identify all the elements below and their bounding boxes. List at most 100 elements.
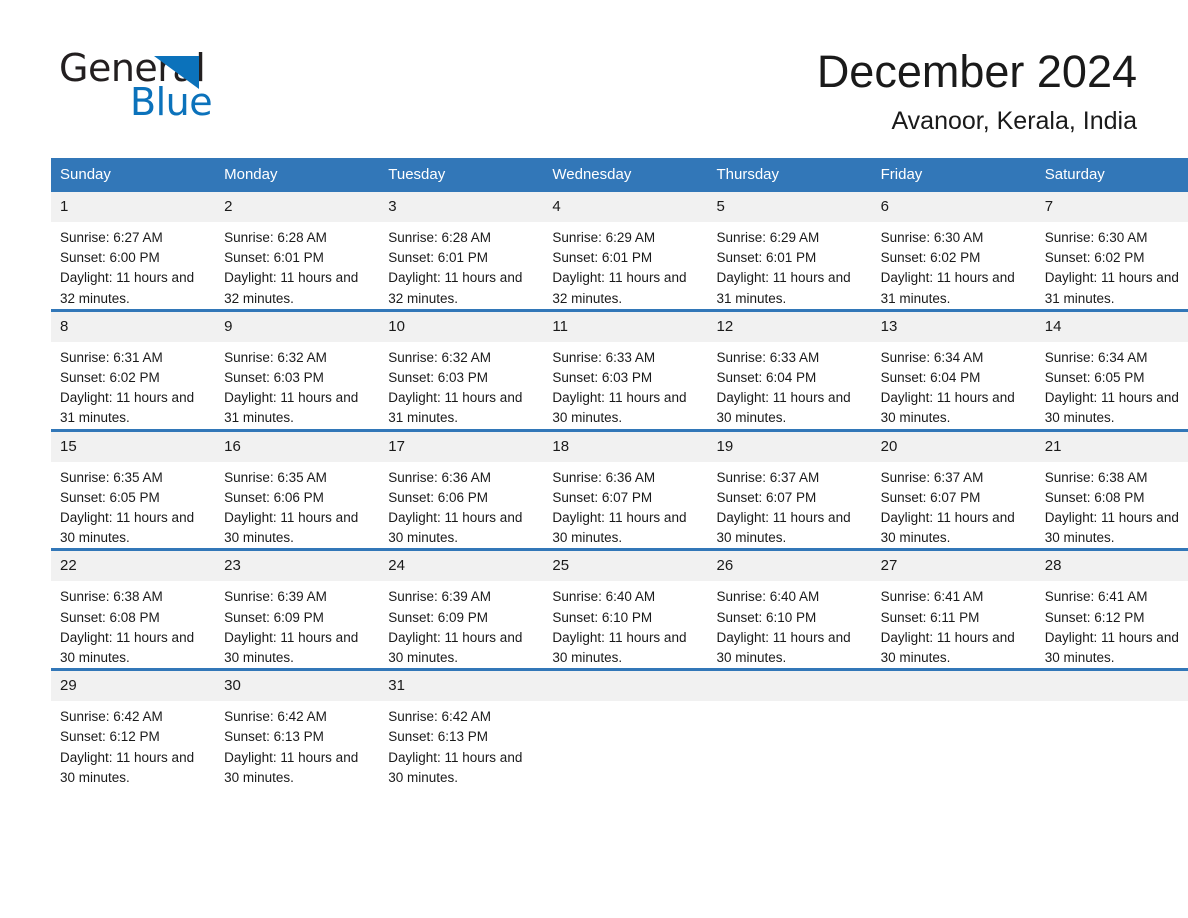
day-number: 18 bbox=[543, 431, 708, 462]
sunrise-text: Sunrise: 6:32 AM bbox=[388, 349, 492, 365]
calendar-day-cell[interactable]: 12 Sunrise: 6:33 AM Sunset: 6:04 PM Dayligh… bbox=[707, 308, 872, 431]
daylight-text: Daylight: 11 hours and 31 minutes. bbox=[880, 270, 1015, 306]
day-details: Sunrise: 6:38 AM Sunset: 6:08 PM Daylight:… bbox=[51, 581, 215, 668]
day-details: Sunrise: 6:33 AM Sunset: 6:04 PM Daylight:… bbox=[708, 342, 872, 429]
calendar-day-cell[interactable]: 30 Sunrise: 6:42 AM Sunset: 6:13 PM Dayligh… bbox=[215, 668, 380, 789]
day-details: Sunrise: 6:37 AM Sunset: 6:07 PM Daylight:… bbox=[872, 462, 1036, 549]
day-number: 24 bbox=[379, 551, 544, 582]
weekday-header-wednesday: Wednesday bbox=[543, 158, 708, 192]
calendar-day-cell-empty bbox=[871, 668, 1036, 789]
daylight-text: Daylight: 11 hours and 30 minutes. bbox=[716, 390, 851, 426]
calendar-day-cell[interactable]: 8 Sunrise: 6:31 AM Sunset: 6:02 PM Daylight… bbox=[51, 308, 216, 431]
calendar-day-cell[interactable]: 31 Sunrise: 6:42 AM Sunset: 6:13 PM Dayligh… bbox=[379, 668, 544, 789]
daylight-text: Daylight: 11 hours and 30 minutes. bbox=[60, 629, 195, 666]
calendar-day-cell[interactable]: 4 Sunrise: 6:29 AM Sunset: 6:01 PM Daylight… bbox=[543, 192, 708, 310]
calendar-day-cell[interactable]: 21 Sunrise: 6:38 AM Sunset: 6:08 PM Dayligh… bbox=[1035, 428, 1188, 550]
day-number: 22 bbox=[51, 551, 216, 582]
day-number: 23 bbox=[215, 551, 380, 582]
sunrise-text: Sunrise: 6:29 AM bbox=[716, 230, 820, 245]
daylight-text: Daylight: 11 hours and 30 minutes. bbox=[716, 510, 851, 546]
day-number: 20 bbox=[871, 431, 1036, 462]
calendar-day-cell[interactable]: 6 Sunrise: 6:30 AM Sunset: 6:02 PM Daylight… bbox=[871, 192, 1036, 310]
sunrise-text: Sunrise: 6:32 AM bbox=[224, 349, 327, 365]
sunset-text: Sunset: 6:05 PM bbox=[60, 489, 160, 505]
sunset-text: Sunset: 6:12 PM bbox=[1044, 609, 1145, 625]
sunset-text: Sunset: 6:06 PM bbox=[224, 489, 324, 505]
sunset-text: Sunset: 6:12 PM bbox=[60, 729, 160, 745]
sunset-text: Sunset: 6:04 PM bbox=[716, 370, 817, 386]
calendar-page: General Blue December 2024 Avanoor, Kera… bbox=[0, 0, 1188, 918]
day-number: 16 bbox=[215, 431, 380, 462]
calendar-day-cell[interactable]: 24 Sunrise: 6:39 AM Sunset: 6:09 PM Dayligh… bbox=[379, 548, 544, 670]
sunrise-text: Sunrise: 6:34 AM bbox=[880, 349, 984, 365]
calendar-day-cell[interactable]: 17 Sunrise: 6:36 AM Sunset: 6:06 PM Dayligh… bbox=[379, 428, 544, 550]
day-details: Sunrise: 6:40 AM Sunset: 6:10 PM Daylight:… bbox=[708, 581, 872, 668]
sunset-text: Sunset: 6:09 PM bbox=[224, 609, 324, 625]
day-details: Sunrise: 6:28 AM Sunset: 6:01 PM Daylight:… bbox=[379, 222, 543, 309]
sunset-text: Sunset: 6:01 PM bbox=[224, 250, 324, 266]
calendar-day-cell[interactable]: 5 Sunrise: 6:29 AM Sunset: 6:01 PM Daylight… bbox=[707, 192, 872, 310]
calendar-day-cell[interactable]: 29 Sunrise: 6:42 AM Sunset: 6:12 PM Dayligh… bbox=[51, 668, 216, 789]
day-details: Sunrise: 6:36 AM Sunset: 6:06 PM Daylight:… bbox=[379, 462, 543, 549]
calendar-day-cell[interactable]: 18 Sunrise: 6:36 AM Sunset: 6:07 PM Dayligh… bbox=[543, 428, 708, 550]
day-number bbox=[707, 671, 872, 702]
daylight-text: Daylight: 11 hours and 30 minutes. bbox=[552, 390, 687, 426]
calendar-day-cell[interactable]: 10 Sunrise: 6:32 AM Sunset: 6:03 PM Dayligh… bbox=[379, 308, 544, 431]
calendar-day-cell[interactable]: 2 Sunrise: 6:28 AM Sunset: 6:01 PM Daylight… bbox=[215, 192, 380, 310]
calendar-day-cell[interactable]: 3 Sunrise: 6:28 AM Sunset: 6:01 PM Daylight… bbox=[379, 192, 544, 310]
calendar-day-cell[interactable]: 28 Sunrise: 6:41 AM Sunset: 6:12 PM Dayligh… bbox=[1035, 548, 1188, 670]
day-details: Sunrise: 6:39 AM Sunset: 6:09 PM Daylight:… bbox=[215, 581, 379, 668]
calendar-day-cell[interactable]: 19 Sunrise: 6:37 AM Sunset: 6:07 PM Dayligh… bbox=[707, 428, 872, 550]
calendar-day-cell[interactable]: 15 Sunrise: 6:35 AM Sunset: 6:05 PM Dayligh… bbox=[51, 428, 216, 550]
day-number: 12 bbox=[707, 311, 872, 342]
calendar-day-cell[interactable]: 14 Sunrise: 6:34 AM Sunset: 6:05 PM Dayligh… bbox=[1035, 308, 1188, 431]
calendar-week-row: 29 Sunrise: 6:42 AM Sunset: 6:12 PM Dayligh… bbox=[51, 668, 1188, 789]
calendar-day-cell[interactable]: 16 Sunrise: 6:35 AM Sunset: 6:06 PM Dayligh… bbox=[215, 428, 380, 550]
calendar-day-cell[interactable]: 20 Sunrise: 6:37 AM Sunset: 6:07 PM Dayligh… bbox=[871, 428, 1036, 550]
sunrise-text: Sunrise: 6:37 AM bbox=[716, 469, 820, 485]
daylight-text: Daylight: 11 hours and 30 minutes. bbox=[60, 510, 195, 546]
day-number: 19 bbox=[707, 431, 872, 462]
daylight-text: Daylight: 11 hours and 31 minutes. bbox=[60, 390, 195, 426]
daylight-text: Daylight: 11 hours and 32 minutes. bbox=[552, 270, 687, 306]
sunrise-text: Sunrise: 6:36 AM bbox=[388, 469, 492, 485]
generalblue-logo[interactable]: General Blue bbox=[51, 44, 311, 130]
day-details: Sunrise: 6:42 AM Sunset: 6:12 PM Daylight:… bbox=[51, 701, 215, 788]
day-details: Sunrise: 6:32 AM Sunset: 6:03 PM Daylight:… bbox=[215, 342, 379, 429]
calendar-week-row: 15 Sunrise: 6:35 AM Sunset: 6:05 PM Dayligh… bbox=[51, 428, 1188, 550]
calendar-day-cell-empty bbox=[707, 668, 872, 789]
calendar-day-cell[interactable]: 25 Sunrise: 6:40 AM Sunset: 6:10 PM Dayligh… bbox=[543, 548, 708, 670]
sunrise-text: Sunrise: 6:28 AM bbox=[224, 230, 327, 245]
calendar-day-cell[interactable]: 22 Sunrise: 6:38 AM Sunset: 6:08 PM Dayligh… bbox=[51, 548, 216, 670]
calendar-day-cell[interactable]: 11 Sunrise: 6:33 AM Sunset: 6:03 PM Dayligh… bbox=[543, 308, 708, 431]
day-details: Sunrise: 6:42 AM Sunset: 6:13 PM Daylight:… bbox=[215, 701, 379, 788]
weekday-header-thursday: Thursday bbox=[707, 158, 872, 192]
day-details: Sunrise: 6:37 AM Sunset: 6:07 PM Daylight:… bbox=[708, 462, 872, 549]
day-number: 15 bbox=[51, 431, 216, 462]
calendar-day-cell[interactable]: 13 Sunrise: 6:34 AM Sunset: 6:04 PM Dayligh… bbox=[871, 308, 1036, 431]
sunset-text: Sunset: 6:01 PM bbox=[552, 250, 653, 266]
calendar-day-cell[interactable]: 9 Sunrise: 6:32 AM Sunset: 6:03 PM Daylight… bbox=[215, 308, 380, 431]
sunrise-text: Sunrise: 6:39 AM bbox=[388, 589, 492, 605]
sunset-text: Sunset: 6:10 PM bbox=[716, 609, 817, 625]
calendar-day-cell[interactable]: 23 Sunrise: 6:39 AM Sunset: 6:09 PM Dayligh… bbox=[215, 548, 380, 670]
day-details: Sunrise: 6:42 AM Sunset: 6:13 PM Daylight:… bbox=[379, 701, 543, 788]
daylight-text: Daylight: 11 hours and 30 minutes. bbox=[224, 629, 359, 666]
calendar-day-cell[interactable]: 1 Sunrise: 6:27 AM Sunset: 6:00 PM Daylight… bbox=[51, 192, 216, 310]
calendar-header-row: Sunday Monday Tuesday Wednesday Thursday… bbox=[51, 158, 1188, 192]
daylight-text: Daylight: 11 hours and 31 minutes. bbox=[224, 390, 359, 426]
sunrise-text: Sunrise: 6:28 AM bbox=[388, 230, 492, 245]
day-number: 17 bbox=[379, 431, 544, 462]
day-details: Sunrise: 6:38 AM Sunset: 6:08 PM Daylight:… bbox=[1036, 462, 1188, 549]
day-details: Sunrise: 6:30 AM Sunset: 6:02 PM Daylight:… bbox=[872, 222, 1036, 309]
daylight-text: Daylight: 11 hours and 31 minutes. bbox=[1044, 270, 1179, 306]
sunset-text: Sunset: 6:13 PM bbox=[224, 729, 324, 745]
calendar-day-cell[interactable]: 27 Sunrise: 6:41 AM Sunset: 6:11 PM Dayligh… bbox=[871, 548, 1036, 670]
calendar-day-cell[interactable]: 7 Sunrise: 6:30 AM Sunset: 6:02 PM Daylight… bbox=[1035, 192, 1188, 310]
calendar-day-cell[interactable]: 26 Sunrise: 6:40 AM Sunset: 6:10 PM Dayligh… bbox=[707, 548, 872, 670]
day-details: Sunrise: 6:36 AM Sunset: 6:07 PM Daylight:… bbox=[543, 462, 707, 549]
sunrise-text: Sunrise: 6:30 AM bbox=[1044, 230, 1148, 245]
daylight-text: Daylight: 11 hours and 30 minutes. bbox=[552, 629, 687, 666]
day-number: 2 bbox=[215, 192, 380, 222]
day-number: 26 bbox=[707, 551, 872, 582]
